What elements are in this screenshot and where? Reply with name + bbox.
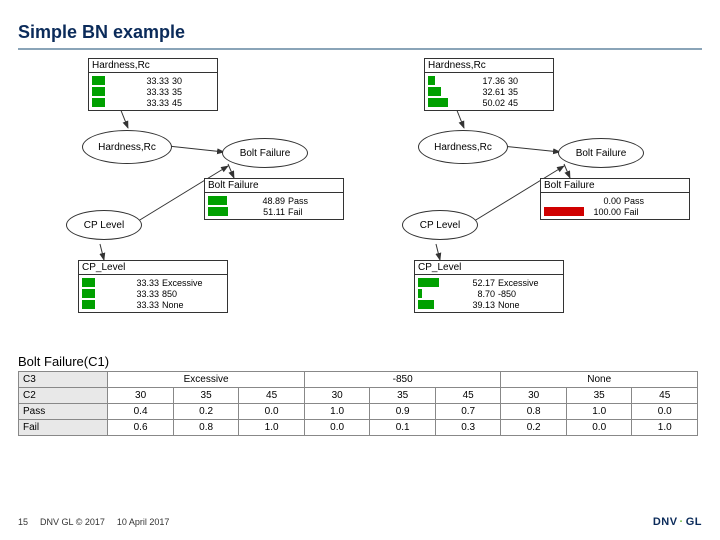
right-cp-ellipse: CP Level xyxy=(402,210,478,240)
right-boltfailure-ellipse: Bolt Failure xyxy=(558,138,644,168)
left-hardness-box: Hardness,Rc 33.3330 33.3335 33.3345 xyxy=(88,58,218,111)
node-title: CP_Level xyxy=(79,261,227,275)
node-title: Hardness,Rc xyxy=(425,59,553,73)
right-hardness-box: Hardness,Rc 17.3630 32.6135 50.0245 xyxy=(424,58,554,111)
node-title: Hardness,Rc xyxy=(89,59,217,73)
slide-number: 15 xyxy=(18,517,28,527)
node-title: CP_Level xyxy=(415,261,563,275)
table-row: C2 303545 303545 303545 xyxy=(19,388,698,404)
right-hardness-ellipse: Hardness,Rc xyxy=(418,130,508,164)
left-cp-box: CP_Level 33.33Excessive 33.33850 33.33No… xyxy=(78,260,228,313)
left-boltfailure-ellipse: Bolt Failure xyxy=(222,138,308,168)
right-boltfailure-box: Bolt Failure 0.00Pass 100.00Fail xyxy=(540,178,690,220)
table-row: C3 Excessive -850 None xyxy=(19,372,698,388)
table-row: Fail 0.60.81.0 0.00.10.3 0.20.01.0 xyxy=(19,420,698,436)
cpt-section: Bolt Failure(C1) C3 Excessive -850 None … xyxy=(18,354,698,436)
title-underline xyxy=(18,48,702,50)
left-cp-ellipse: CP Level xyxy=(66,210,142,240)
copyright: DNV GL © 2017 xyxy=(40,517,105,527)
footer: 15 DNV GL © 2017 10 April 2017 DNV·GL xyxy=(18,516,702,528)
page-title: Simple BN example xyxy=(18,22,185,43)
cpt-table: C3 Excessive -850 None C2 303545 303545 … xyxy=(18,371,698,436)
dnvgl-logo: DNV·GL xyxy=(653,516,702,528)
left-hardness-ellipse: Hardness,Rc xyxy=(82,130,172,164)
table-row: Pass 0.40.20.0 1.00.90.7 0.81.00.0 xyxy=(19,404,698,420)
right-cp-box: CP_Level 52.17Excessive 8.70-850 39.13No… xyxy=(414,260,564,313)
node-title: Bolt Failure xyxy=(541,179,689,193)
left-boltfailure-box: Bolt Failure 48.89Pass 51.11Fail xyxy=(204,178,344,220)
cpt-title: Bolt Failure(C1) xyxy=(18,354,698,369)
date: 10 April 2017 xyxy=(117,517,170,527)
node-title: Bolt Failure xyxy=(205,179,343,193)
